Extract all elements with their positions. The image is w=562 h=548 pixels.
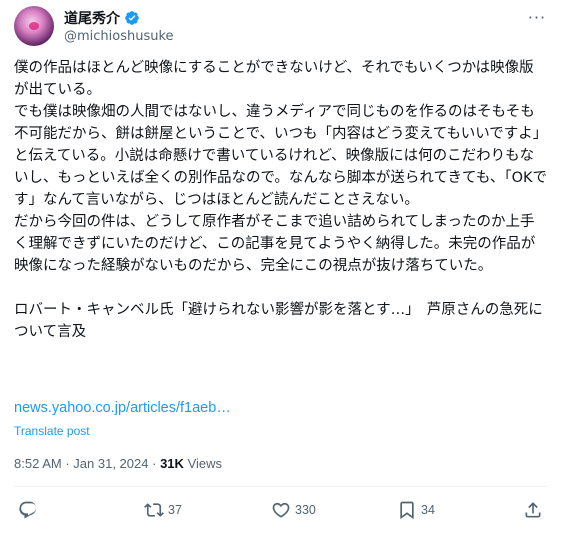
bookmark-count: 34 [421,503,435,517]
translate-post-link[interactable]: Translate post [14,424,90,438]
meta-separator: · [152,456,157,471]
tweet-paragraph: でも僕は映像畑の人間ではないし、違うメディアで同じものを作るのはそもそも不可能だ… [14,104,548,208]
divider [14,486,548,487]
action-bar: 37 330 34 [14,500,548,526]
avatar[interactable] [14,6,54,46]
views-label: Views [187,456,223,471]
tweet-header: 道尾秀介 @michioshusuke ··· [14,6,548,50]
tweet-blank-line [14,277,548,299]
like-button[interactable]: 330 [271,500,316,520]
more-options-button[interactable]: ··· [526,7,548,27]
retweet-count: 37 [168,503,182,517]
reply-button[interactable] [18,500,42,520]
tweet-paragraph: ロバート・キャンベル氏「避けられない影響が影を落とす…」 芦原さんの急死について… [14,302,543,340]
post-meta: 8:52 AM · Jan 31, 2024 · 31K Views [14,456,222,471]
share-button[interactable] [523,500,543,520]
article-link[interactable]: news.yahoo.co.jp/articles/f1aeb… [14,400,231,416]
like-count: 330 [295,503,316,517]
reply-icon [19,501,37,519]
views-count: 31K [160,456,184,471]
retweet-icon [144,503,164,517]
author-name-row: 道尾秀介 [64,8,140,28]
more-options-icon: ··· [527,7,547,27]
author-display-name[interactable]: 道尾秀介 [64,8,120,28]
verified-badge-icon [124,10,140,26]
author-handle[interactable]: @michioshusuke [64,29,174,44]
tweet-paragraph: だから今回の件は、どうして原作者がそこまで追い詰められてしまったのか上手く理解で… [14,214,536,274]
share-icon [525,502,541,518]
bookmark-button[interactable]: 34 [397,500,435,520]
meta-separator: · [65,456,70,471]
post-date[interactable]: Jan 31, 2024 [73,456,148,471]
tweet-paragraph: 僕の作品はほとんど映像にすることができないけど、それでもいくつかは映像版が出てい… [14,60,534,98]
tweet-text: 僕の作品はほとんど映像にすることができないけど、それでもいくつかは映像版が出てい… [14,57,548,343]
post-time[interactable]: 8:52 AM [14,456,62,471]
bookmark-icon [400,501,414,520]
heart-icon [272,502,290,518]
retweet-button[interactable]: 37 [144,500,182,520]
